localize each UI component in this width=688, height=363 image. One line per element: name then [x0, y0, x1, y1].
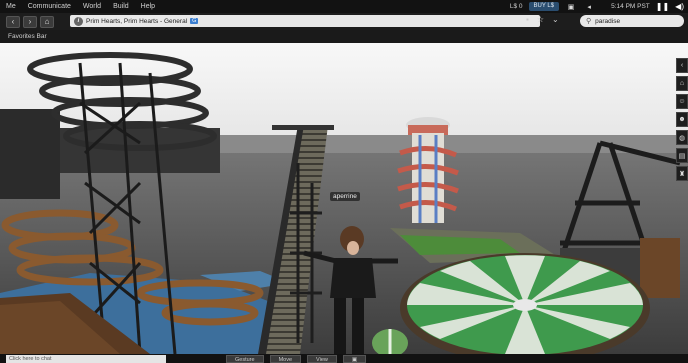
sidebar-people-button[interactable]: ☻ — [676, 112, 688, 127]
chevron-left-icon: ‹ — [11, 17, 15, 26]
move-button[interactable]: Move — [269, 354, 302, 363]
menu-world[interactable]: World — [83, 3, 101, 10]
status-area: L$ 0 BUY L$ ▣ ◂ 5:14 PM PST ❚❚ ◀) — [510, 0, 684, 13]
world-viewport[interactable]: aperrine ‹ ⌂ ☺ ☻ ◍ ▤ ♜ — [0, 43, 688, 354]
people-icon: ☻ — [678, 116, 686, 123]
home-icon: ⌂ — [679, 80, 685, 87]
person-icon: ☺ — [678, 98, 686, 105]
pause-icon[interactable]: ❚❚ — [656, 2, 669, 11]
sidebar-toggle-button[interactable]: ‹ — [676, 58, 688, 73]
search-value: paradise — [595, 17, 621, 25]
balance: L$ 0 — [509, 3, 523, 10]
left-building — [0, 109, 60, 199]
chat-input[interactable]: Click here to chat — [6, 354, 166, 363]
buy-currency-button[interactable]: BUY L$ — [528, 2, 560, 11]
sidebar-places-button[interactable]: ◍ — [676, 130, 688, 145]
suitcase-icon: ▤ — [678, 152, 686, 160]
location-field[interactable]: i Prim Hearts, Prim Hearts - General G — [70, 15, 540, 27]
camera-icon: ▣ — [351, 356, 358, 363]
top-menu-bar: Me Communicate World Build Help L$ 0 BUY… — [0, 0, 688, 13]
sidebar-me-button[interactable]: ☺ — [676, 94, 688, 109]
menu-communicate[interactable]: Communicate — [28, 3, 71, 10]
sidebar-tray: ‹ ⌂ ☺ ☻ ◍ ▤ ♜ — [676, 58, 688, 206]
gesture-button[interactable]: Gesture — [226, 354, 264, 363]
menu-me[interactable]: Me — [6, 3, 16, 10]
sidebar-home-button[interactable]: ⌂ — [676, 76, 688, 91]
media-icon[interactable]: ▣ — [565, 2, 577, 11]
avatar-name-tag[interactable]: aperrine — [330, 192, 360, 201]
home-icon: ⌂ — [44, 17, 50, 26]
speaker-icon[interactable]: ◂ — [583, 2, 595, 11]
volume-icon[interactable]: ◀) — [675, 2, 684, 11]
sidebar-inventory-button[interactable]: ▤ — [676, 148, 688, 163]
globe-icon: ◍ — [678, 134, 686, 142]
menu-help[interactable]: Help — [141, 3, 155, 10]
snapshot-button[interactable]: ▣ — [342, 354, 367, 363]
navigation-bar: ‹ › ⌂ i Prim Hearts, Prim Hearts - Gener… — [0, 13, 688, 30]
info-icon[interactable]: i — [74, 16, 83, 26]
chevron-left-icon: ‹ — [680, 62, 684, 69]
favorites-bar: Favorites Bar — [0, 30, 688, 43]
shirt-icon: ♜ — [678, 170, 686, 178]
landmark-icon[interactable]: ▪ — [526, 15, 529, 24]
chevron-down-icon[interactable]: ⌄ — [552, 15, 559, 24]
back-button[interactable]: ‹ — [6, 15, 20, 28]
nav-tools: ▪ ☆ ⌄ — [526, 15, 559, 24]
home-button[interactable]: ⌂ — [40, 15, 54, 28]
sidebar-appearance-button[interactable]: ♜ — [676, 166, 688, 181]
search-field[interactable]: ⚲ paradise — [580, 15, 684, 27]
maturity-badge: G — [190, 18, 199, 24]
clock: 5:14 PM PST — [611, 3, 650, 10]
favorites-label: Favorites Bar — [8, 33, 47, 40]
menu-build[interactable]: Build — [113, 3, 129, 10]
search-icon: ⚲ — [586, 18, 592, 25]
bottom-toolbar: Click here to chat Gesture Move View ▣ — [0, 354, 688, 363]
view-button[interactable]: View — [307, 354, 337, 363]
location-text: Prim Hearts, Prim Hearts - General — [86, 17, 188, 25]
forward-button[interactable]: › — [23, 15, 37, 28]
chevron-right-icon: › — [28, 17, 32, 26]
star-icon[interactable]: ☆ — [537, 15, 544, 24]
